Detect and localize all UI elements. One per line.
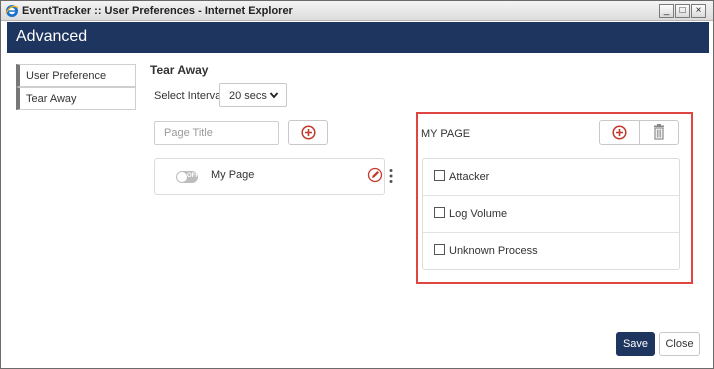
plus-circle-icon bbox=[301, 125, 316, 140]
close-button[interactable]: Close bbox=[659, 332, 700, 356]
widget-row: Unknown Process bbox=[423, 233, 679, 270]
save-button[interactable]: Save bbox=[616, 332, 655, 356]
widget-row: Attacker bbox=[423, 159, 679, 196]
browser-window: EventTracker :: User Preferences - Inter… bbox=[0, 0, 714, 369]
toggle-knob bbox=[177, 172, 187, 182]
page-title-input[interactable] bbox=[154, 121, 279, 145]
sidebar-item-tear-away[interactable]: Tear Away bbox=[16, 87, 136, 110]
toggle-text: OFF bbox=[187, 173, 199, 179]
sidebar-item-user-preference[interactable]: User Preference bbox=[16, 64, 136, 87]
delete-page-button[interactable] bbox=[640, 121, 678, 144]
my-page-title: MY PAGE bbox=[421, 128, 471, 140]
widget-list: Attacker Log Volume Unknown Process bbox=[422, 158, 680, 270]
widget-checkbox[interactable] bbox=[434, 244, 445, 255]
sidebar-item-label: User Preference bbox=[26, 70, 107, 82]
close-window-button[interactable]: × bbox=[691, 4, 706, 18]
add-widget-button[interactable] bbox=[600, 121, 640, 144]
plus-circle-icon bbox=[612, 125, 627, 140]
sidebar-item-label: Tear Away bbox=[26, 93, 77, 105]
minimize-button[interactable]: _ bbox=[659, 4, 674, 18]
title-bar: EventTracker :: User Preferences - Inter… bbox=[1, 1, 713, 21]
my-page-button-group bbox=[599, 120, 679, 145]
widget-row: Log Volume bbox=[423, 196, 679, 233]
page-name: My Page bbox=[211, 169, 255, 181]
interval-label: Select Interval bbox=[154, 90, 224, 102]
chevron-down-icon bbox=[269, 92, 279, 99]
ie-icon bbox=[5, 5, 19, 17]
dialog-title: Advanced bbox=[16, 28, 88, 45]
dialog-header: Advanced bbox=[7, 22, 709, 53]
widget-checkbox[interactable] bbox=[434, 207, 445, 218]
page-card: OFF My Page bbox=[154, 158, 393, 195]
maximize-button[interactable]: □ bbox=[675, 4, 690, 18]
widget-label: Log Volume bbox=[449, 208, 508, 220]
section-title: Tear Away bbox=[150, 63, 209, 77]
edit-icon[interactable] bbox=[367, 167, 383, 183]
interval-select[interactable]: 20 secs bbox=[219, 83, 287, 107]
window-title: EventTracker :: User Preferences - Inter… bbox=[22, 5, 293, 17]
add-page-button[interactable] bbox=[288, 120, 328, 145]
widget-label: Unknown Process bbox=[449, 245, 538, 257]
kebab-menu-icon[interactable] bbox=[388, 168, 394, 184]
trash-icon bbox=[654, 124, 664, 140]
page-toggle[interactable]: OFF bbox=[176, 171, 199, 183]
interval-value: 20 secs bbox=[229, 90, 267, 102]
widget-label: Attacker bbox=[449, 171, 490, 183]
widget-checkbox[interactable] bbox=[434, 170, 445, 181]
